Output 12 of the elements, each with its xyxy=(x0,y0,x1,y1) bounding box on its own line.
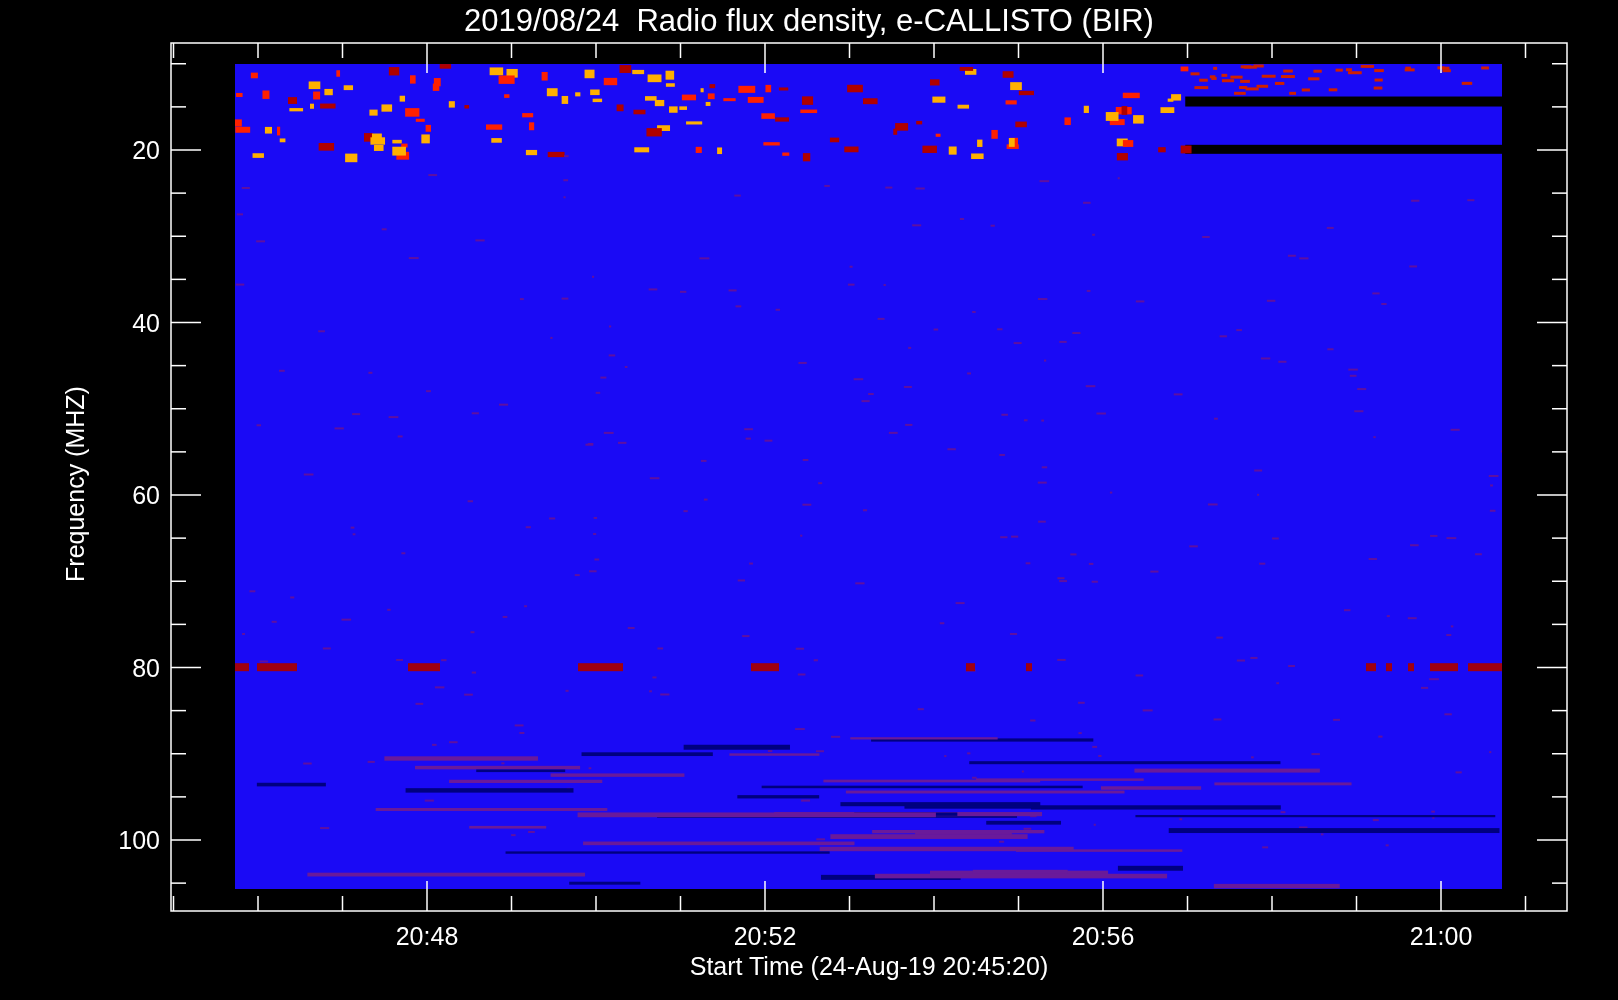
x-tick-label: 20:48 xyxy=(394,922,460,950)
x-tick-label: 20:56 xyxy=(1070,922,1136,950)
x-axis-label: Start Time (24-Aug-19 20:45:20) xyxy=(688,952,1050,980)
y-axis-label: Frequency (MHZ) xyxy=(61,385,89,584)
y-tick-label: 100 xyxy=(117,826,160,854)
y-tick-label: 20 xyxy=(131,136,160,164)
x-tick-label: 21:00 xyxy=(1408,922,1474,950)
y-tick-label: 60 xyxy=(131,481,160,509)
chart-title: 2019/08/24 Radio flux density, e-CALLISTO (BIR) xyxy=(463,2,1155,40)
y-tick-label: 80 xyxy=(131,653,160,682)
y-tick-label: 40 xyxy=(131,308,160,337)
x-tick-label: 20:52 xyxy=(732,922,798,950)
